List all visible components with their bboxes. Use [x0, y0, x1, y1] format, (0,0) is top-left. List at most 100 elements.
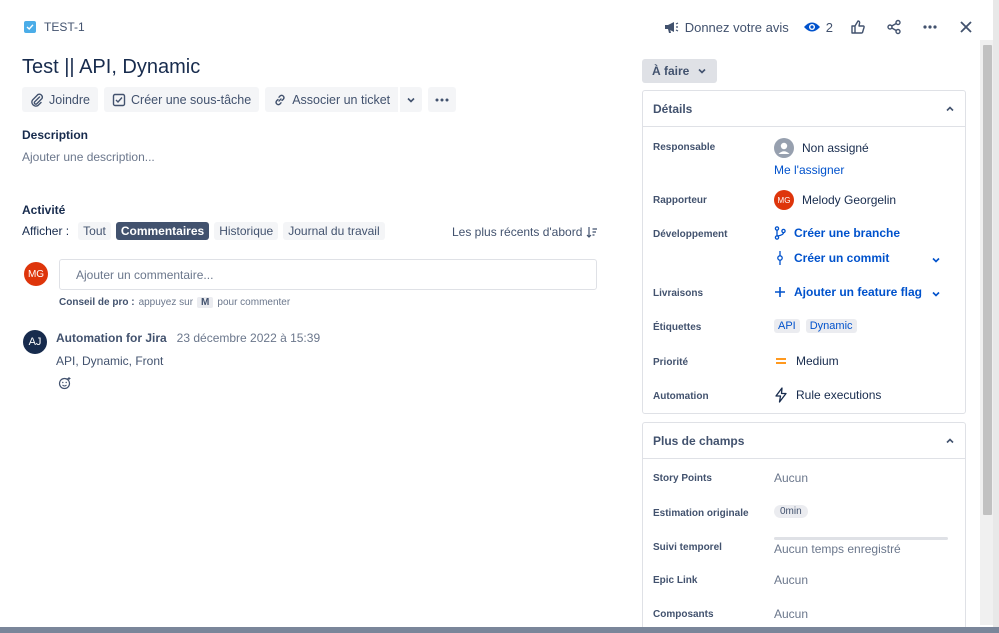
filter-worklog[interactable]: Journal du travail — [283, 222, 384, 240]
like-button[interactable] — [847, 16, 869, 38]
description-heading: Description — [22, 128, 88, 142]
time-tracking-bar[interactable] — [774, 537, 948, 540]
sort-icon — [586, 226, 598, 238]
details-header[interactable]: Détails — [643, 91, 965, 127]
feedback-button[interactable]: Donnez votre avis — [663, 19, 789, 35]
priority-label: Priorité — [653, 357, 688, 368]
add-feature-flag-label: Ajouter un feature flag — [794, 285, 922, 299]
attach-label: Joindre — [49, 93, 90, 107]
show-label: Afficher : — [22, 224, 69, 238]
story-points-label: Story Points — [653, 473, 712, 484]
more-fields-panel: Plus de champs Story Points Aucun Estima… — [642, 422, 966, 632]
development-label: Développement — [653, 229, 727, 240]
scrollbar-thumb[interactable] — [983, 45, 992, 515]
priority-name: Medium — [796, 354, 839, 368]
top-actions-bar: Donnez votre avis 2 — [663, 16, 977, 38]
priority-value[interactable]: Medium — [774, 354, 839, 368]
activity-heading: Activité — [22, 203, 65, 217]
window-bottom-border — [0, 627, 999, 633]
status-dropdown[interactable]: À faire — [642, 59, 717, 83]
chevron-up-icon — [945, 104, 955, 114]
reporter-avatar: MG — [774, 190, 794, 210]
add-comment-input[interactable]: Ajouter un commentaire... — [59, 259, 597, 290]
issue-key-label[interactable]: TEST-1 — [44, 20, 85, 34]
comment-author-avatar: AJ — [23, 330, 47, 354]
link-issue-dropdown[interactable] — [400, 87, 422, 112]
chevron-down-icon[interactable] — [931, 289, 941, 299]
link-issue-label: Associer un ticket — [292, 93, 390, 107]
comment-header: Automation for Jira 23 décembre 2022 à 1… — [56, 331, 320, 345]
automation-label: Automation — [653, 391, 709, 402]
issue-title[interactable]: Test || API, Dynamic — [22, 56, 200, 79]
filter-comments[interactable]: Commentaires — [116, 222, 209, 240]
reporter-value[interactable]: MG Melody Georgelin — [774, 190, 896, 210]
assignee-value[interactable]: Non assigné — [774, 138, 869, 158]
background-edge — [993, 0, 999, 633]
rule-executions-link[interactable]: Rule executions — [774, 387, 881, 403]
reporter-name: Melody Georgelin — [802, 193, 896, 207]
assignee-label: Responsable — [653, 142, 715, 153]
time-tracking-value: Aucun temps enregistré — [774, 542, 901, 556]
details-panel: Détails Responsable Non assigné Me l'ass… — [642, 90, 966, 414]
issue-action-row: Joindre Créer une sous-tâche Associer un… — [22, 87, 456, 112]
add-reaction-icon[interactable] — [58, 376, 72, 390]
more-icon — [434, 92, 450, 108]
eye-icon — [803, 20, 821, 34]
pro-tip: Conseil de pro : appuyez sur M pour comm… — [59, 297, 290, 308]
chevron-up-icon — [945, 436, 955, 446]
link-icon — [273, 93, 287, 107]
more-actions-button[interactable] — [919, 16, 941, 38]
branch-icon — [774, 226, 786, 240]
status-label: À faire — [652, 64, 689, 78]
filter-all[interactable]: Tout — [78, 222, 111, 240]
chevron-down-icon — [406, 95, 416, 105]
pro-tip-label: Conseil de pro : — [59, 297, 135, 308]
assign-to-me-link[interactable]: Me l'assigner — [774, 163, 844, 177]
chevron-down-icon[interactable] — [931, 255, 941, 265]
time-tracking-label: Suivi temporel — [653, 542, 722, 553]
story-points-value[interactable]: Aucun — [774, 471, 808, 485]
lightning-icon — [774, 387, 788, 403]
create-commit-label: Créer un commit — [794, 251, 889, 265]
task-type-icon — [24, 21, 36, 33]
megaphone-icon — [663, 19, 679, 35]
chevron-down-icon — [697, 66, 707, 76]
close-button[interactable] — [955, 16, 977, 38]
comment-author[interactable]: Automation for Jira — [56, 331, 167, 345]
add-feature-flag-link[interactable]: Ajouter un feature flag — [774, 285, 922, 299]
filter-history[interactable]: Historique — [214, 222, 278, 240]
sort-label: Les plus récents d'abord — [452, 225, 582, 239]
reporter-label: Rapporteur — [653, 195, 707, 206]
issue-breadcrumb[interactable]: TEST-1 — [24, 20, 85, 34]
sort-button[interactable]: Les plus récents d'abord — [452, 225, 598, 239]
rule-executions-label: Rule executions — [796, 388, 881, 402]
create-branch-link[interactable]: Créer une branche — [774, 226, 900, 240]
pro-tip-pre: appuyez sur — [139, 297, 193, 308]
create-subtask-label: Créer une sous-tâche — [131, 93, 251, 107]
more-fields-header[interactable]: Plus de champs — [643, 423, 965, 459]
labels-value[interactable]: API Dynamic — [774, 319, 857, 333]
original-estimate-label: Estimation originale — [653, 508, 749, 519]
label-chip[interactable]: API — [774, 319, 800, 333]
components-value[interactable]: Aucun — [774, 607, 808, 621]
pro-tip-post: pour commenter — [217, 297, 290, 308]
priority-medium-icon — [774, 355, 788, 367]
pro-tip-key: M — [197, 297, 213, 308]
epic-link-label: Epic Link — [653, 575, 697, 586]
original-estimate-value[interactable]: 0min — [774, 505, 808, 518]
plus-icon — [774, 286, 786, 298]
more-issue-actions-button[interactable] — [428, 87, 456, 112]
create-commit-link[interactable]: Créer un commit — [774, 251, 889, 265]
share-button[interactable] — [883, 16, 905, 38]
attach-button[interactable]: Joindre — [22, 87, 98, 112]
more-fields-title: Plus de champs — [653, 434, 744, 448]
link-issue-button[interactable]: Associer un ticket — [265, 87, 398, 112]
description-placeholder[interactable]: Ajouter une description... — [22, 150, 155, 164]
comment-body: API, Dynamic, Front — [56, 354, 163, 368]
watch-button[interactable]: 2 — [803, 20, 833, 35]
label-chip[interactable]: Dynamic — [806, 319, 857, 333]
details-title: Détails — [653, 102, 692, 116]
epic-link-value[interactable]: Aucun — [774, 573, 808, 587]
create-subtask-button[interactable]: Créer une sous-tâche — [104, 87, 259, 112]
estimate-chip: 0min — [774, 505, 808, 518]
